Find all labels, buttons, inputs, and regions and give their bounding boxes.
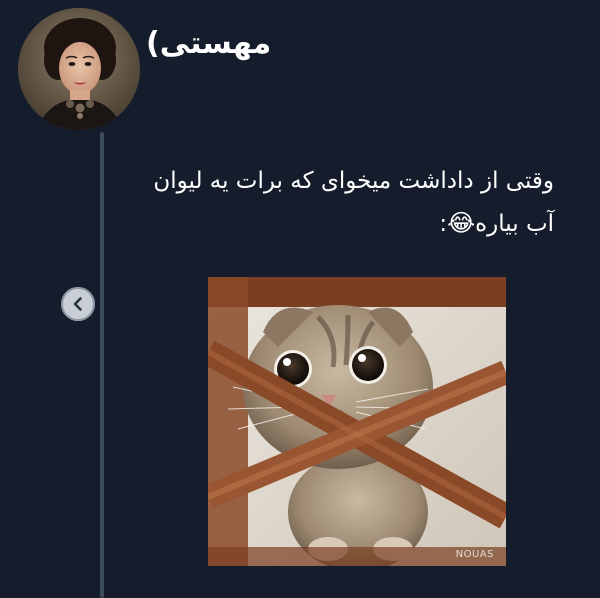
author-name[interactable]: مهستی) bbox=[146, 26, 271, 61]
tweet-screen: مهستی) وقتی از داداشت میخوای که برات یه … bbox=[0, 0, 600, 598]
post-text: وقتی از داداشت میخوای که برات یه لیوان آ… bbox=[114, 160, 554, 245]
chevron-left-button[interactable] bbox=[61, 287, 95, 321]
post-image[interactable]: NOUAS bbox=[208, 277, 506, 566]
photo-watermark: NOUAS bbox=[455, 549, 494, 560]
post-text-line-2: آب بیاره😂: bbox=[114, 202, 554, 245]
kitten-photo bbox=[208, 277, 506, 566]
chevron-left-icon bbox=[73, 297, 82, 311]
author-avatar[interactable] bbox=[18, 8, 140, 130]
thread-line bbox=[100, 132, 104, 598]
avatar-portrait bbox=[18, 8, 140, 130]
post-text-line-1: وقتی از داداشت میخوای که برات یه لیوان bbox=[153, 168, 554, 194]
laughing-emoji-icon: 😂 bbox=[447, 209, 476, 237]
post-text-line-2-words: آب بیاره bbox=[475, 211, 554, 237]
post-text-trailing: : bbox=[439, 211, 448, 237]
